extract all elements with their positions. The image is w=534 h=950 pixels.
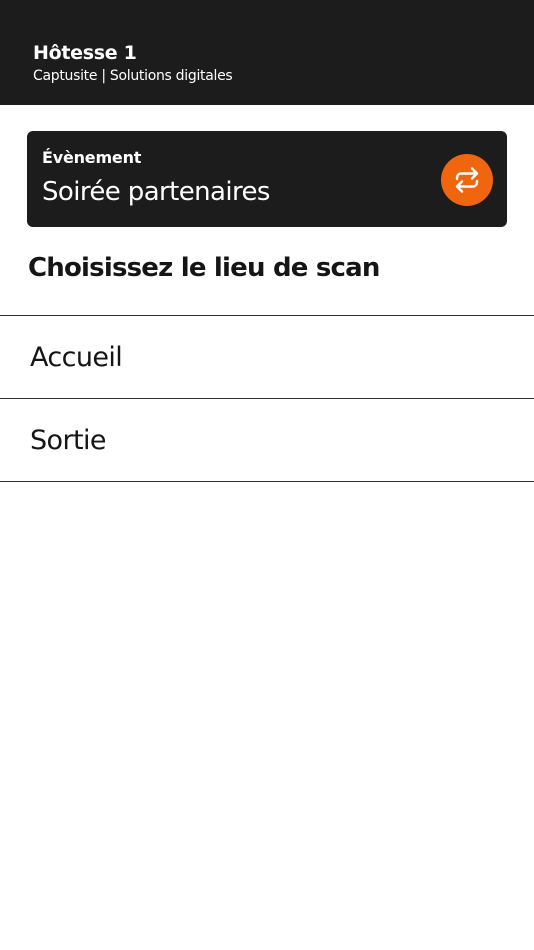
switch-event-button[interactable]: [441, 154, 493, 206]
organization-name: Captusite | Solutions digitales: [33, 68, 233, 84]
event-card: Évènement Soirée partenaires: [27, 131, 507, 227]
scan-location-heading: Choisissez le lieu de scan: [28, 253, 380, 283]
event-name: Soirée partenaires: [42, 177, 270, 207]
location-label: Sortie: [30, 425, 106, 456]
swap-arrows-icon: [455, 167, 479, 193]
user-name: Hôtesse 1: [33, 42, 137, 64]
event-label: Évènement: [42, 148, 142, 167]
location-item-sortie[interactable]: Sortie: [0, 399, 534, 482]
location-item-accueil[interactable]: Accueil: [0, 316, 534, 399]
location-label: Accueil: [30, 342, 123, 373]
scan-location-list: Accueil Sortie: [0, 315, 534, 482]
app-header: Hôtesse 1 Captusite | Solutions digitale…: [0, 0, 534, 105]
